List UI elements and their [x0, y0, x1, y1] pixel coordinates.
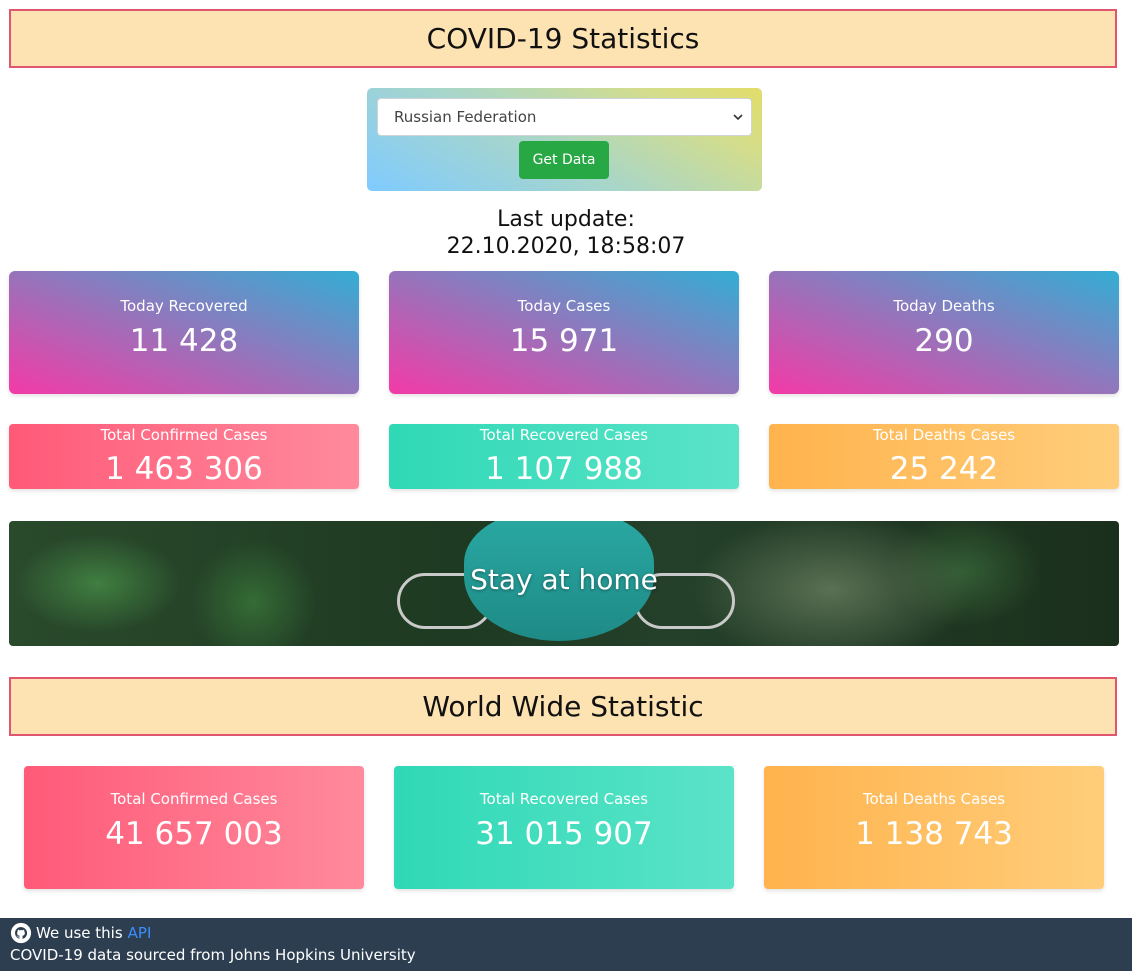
- chevron-down-icon: [733, 114, 743, 121]
- banner-text: Stay at home: [470, 563, 658, 596]
- card-label: Total Recovered Cases: [479, 790, 649, 808]
- country-select-value: Russian Federation: [394, 108, 537, 126]
- world-title-text: World Wide Statistic: [422, 690, 704, 723]
- card-value: 1 463 306: [105, 451, 263, 487]
- card-value: 15 971: [509, 323, 619, 359]
- total-deaths-card: Total Deaths Cases 25 242: [769, 424, 1119, 489]
- country-select[interactable]: Russian Federation: [377, 98, 752, 136]
- page-title: COVID-19 Statistics: [9, 9, 1117, 68]
- card-value: 25 242: [889, 451, 999, 487]
- api-link[interactable]: API: [128, 924, 152, 942]
- card-label: Total Confirmed Cases: [110, 790, 278, 808]
- footer-line-2: COVID-19 data sourced from Johns Hopkins…: [10, 946, 416, 964]
- card-label: Total Confirmed Cases: [100, 426, 268, 444]
- card-value: 1 138 743: [855, 816, 1013, 852]
- github-icon[interactable]: [10, 922, 32, 944]
- card-label: Total Deaths Cases: [862, 790, 1006, 808]
- world-deaths-card: Total Deaths Cases 1 138 743: [764, 766, 1104, 889]
- card-value: 41 657 003: [105, 816, 283, 852]
- today-deaths-card: Today Deaths 290: [769, 271, 1119, 394]
- card-value: 11 428: [129, 323, 239, 359]
- total-confirmed-card: Total Confirmed Cases 1 463 306: [9, 424, 359, 489]
- country-selector-panel: Russian Federation Get Data: [367, 88, 762, 191]
- footer-prefix: We use this: [36, 924, 123, 942]
- footer-line-1: We use this API: [10, 922, 151, 944]
- card-label: Total Recovered Cases: [479, 426, 649, 444]
- total-recovered-card: Total Recovered Cases 1 107 988: [389, 424, 739, 489]
- card-label: Today Recovered: [120, 297, 248, 315]
- today-recovered-card: Today Recovered 11 428: [9, 271, 359, 394]
- card-label: Total Deaths Cases: [872, 426, 1016, 444]
- stay-home-banner: Stay at home: [9, 521, 1119, 646]
- last-update-label: Last update:: [497, 207, 635, 232]
- footer: We use this API COVID-19 data sourced fr…: [0, 918, 1132, 971]
- card-value: 1 107 988: [485, 451, 643, 487]
- world-confirmed-card: Total Confirmed Cases 41 657 003: [24, 766, 364, 889]
- world-recovered-card: Total Recovered Cases 31 015 907: [394, 766, 734, 889]
- today-cases-card: Today Cases 15 971: [389, 271, 739, 394]
- get-data-button[interactable]: Get Data: [519, 141, 609, 179]
- last-update-timestamp: 22.10.2020, 18:58:07: [446, 234, 686, 259]
- get-data-button-label: Get Data: [532, 152, 596, 168]
- world-title: World Wide Statistic: [9, 677, 1117, 736]
- card-label: Today Deaths: [893, 297, 995, 315]
- page-title-text: COVID-19 Statistics: [426, 22, 700, 55]
- card-value: 31 015 907: [475, 816, 653, 852]
- card-label: Today Cases: [517, 297, 611, 315]
- card-value: 290: [914, 323, 974, 359]
